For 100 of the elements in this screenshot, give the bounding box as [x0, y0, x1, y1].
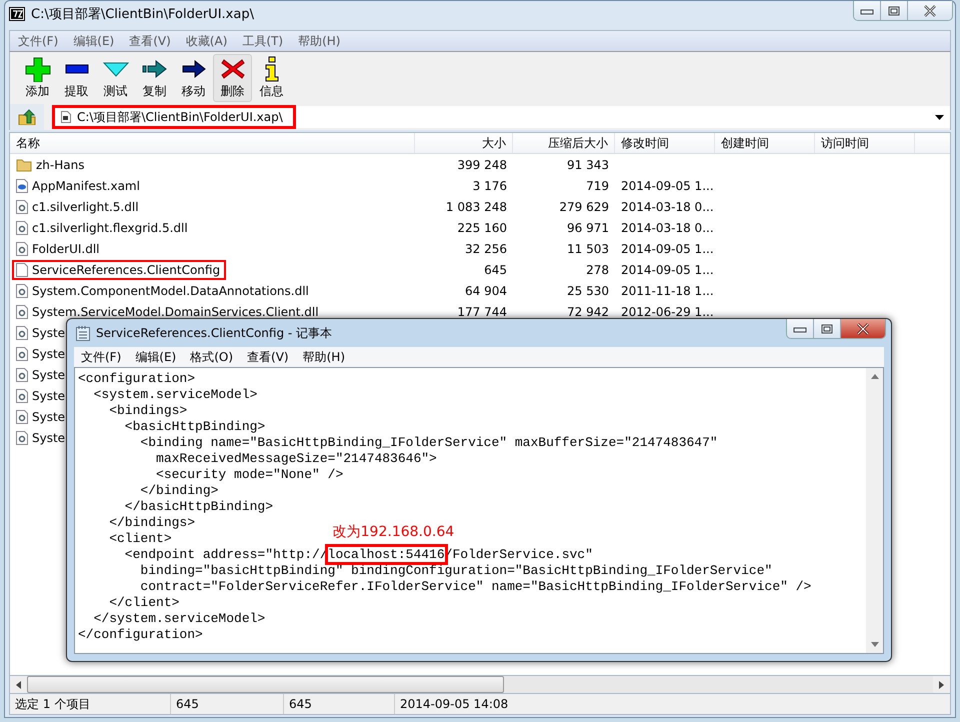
column-header[interactable]: 修改时间 — [615, 133, 715, 153]
file-name-cell[interactable]: Syste — [12, 322, 72, 342]
file-name-cell[interactable]: Syste — [12, 344, 72, 364]
code-line: <bindings> — [108, 403, 188, 418]
date-cell-text: 2012-06-29 1... — [620, 304, 715, 318]
file-name-cell[interactable]: Syste — [12, 386, 72, 406]
close-button[interactable] — [841, 319, 885, 338]
right-arrow-icon — [939, 680, 944, 688]
code-line: contract="FolderServiceRefer.IFolderService" name="BasicHttpBinding_IFolderService" /> — [139, 579, 812, 594]
column-header[interactable]: 名称 — [10, 133, 415, 153]
column-header[interactable]: 大小 — [415, 133, 513, 153]
column-header[interactable]: 访问时间 — [815, 133, 915, 153]
menu-item[interactable]: 文件(F) — [10, 32, 66, 50]
close-icon — [923, 4, 937, 16]
menu-item[interactable]: 编辑(E) — [128, 348, 184, 366]
file-icon — [16, 262, 28, 276]
size-cell-text: 96 971 — [566, 220, 610, 234]
annotation-text: 改为192.168.0.64 — [332, 524, 454, 540]
document-icon — [16, 178, 28, 192]
toolbar-button[interactable]: 删除 — [213, 54, 252, 102]
close-icon — [856, 322, 870, 334]
code-line: </client> — [108, 595, 180, 610]
close-button[interactable] — [908, 1, 952, 20]
folder-icon — [16, 158, 32, 172]
status-text: 645 — [171, 694, 284, 714]
minimize-button[interactable] — [787, 319, 814, 338]
size-cell-text: 399 248 — [456, 158, 508, 172]
date-cell-text: 2014-09-05 1... — [620, 178, 715, 192]
toolbar-button[interactable]: 测试 — [96, 54, 135, 102]
window-title: C:\项目部署\ClientBin\FolderUI.xap\ — [31, 6, 255, 23]
size-cell-text: 279 629 — [558, 200, 610, 214]
column-header[interactable]: 创建时间 — [715, 133, 815, 153]
size-cell-text: 225 160 — [456, 220, 508, 234]
code-text: /FolderService.svc" — [444, 547, 593, 562]
file-name-cell[interactable]: System.ComponentModel.DataAnnotations.dll — [12, 280, 315, 300]
code-text: <endpoint address="http:// — [124, 547, 328, 562]
size-cell-text: 32 256 — [464, 242, 508, 256]
menu-item[interactable]: 工具(T) — [234, 32, 290, 50]
size-cell-text: 719 — [585, 178, 610, 192]
size-cell-text: 3 176 — [472, 178, 508, 192]
code-line: </binding> — [139, 483, 218, 498]
notepad-icon — [76, 325, 90, 341]
code-line: maxReceivedMessageSize="2147483646"> — [155, 451, 437, 466]
file-name-cell[interactable]: ServiceReferences.ClientConfig — [12, 260, 226, 280]
toolbar-button[interactable]: 添加 — [18, 54, 57, 102]
code-line: <configuration> — [78, 371, 196, 386]
file-name-cell[interactable]: zh-Hans — [12, 154, 90, 174]
minimize-button[interactable] — [854, 1, 881, 20]
size-cell-text: 25 530 — [566, 284, 610, 298]
column-header[interactable]: 压缩后大小 — [513, 133, 615, 153]
code-line: </configuration> — [78, 627, 203, 642]
menu-item[interactable]: 收藏(A) — [178, 32, 234, 50]
menu-item[interactable]: 帮助(H) — [290, 32, 348, 50]
menu-item[interactable]: 查看(V) — [121, 32, 178, 50]
menu-item[interactable]: 格式(O) — [183, 348, 240, 366]
file-name-cell[interactable]: FolderUI.dll — [12, 238, 106, 258]
scroll-up-icon[interactable] — [870, 374, 878, 379]
menu-item[interactable]: 查看(V) — [240, 348, 296, 366]
menu-item[interactable]: 编辑(E) — [65, 32, 122, 50]
scroll-left-button[interactable] — [10, 676, 27, 693]
file-name-cell[interactable]: AppManifest.xaml — [12, 176, 146, 196]
file-name-cell[interactable]: Syste — [12, 406, 72, 426]
menu-item[interactable]: 帮助(H) — [296, 348, 352, 366]
size-cell-text: 177 744 — [456, 304, 508, 318]
code-line: </bindings> — [108, 515, 196, 530]
menu-item[interactable]: 文件(F) — [74, 348, 128, 366]
code-line: binding="basicHttpBinding" bindingConfiguration="BasicHttpBinding_IFolderService" — [139, 563, 772, 578]
toolbar-button[interactable]: 移动 — [174, 54, 213, 102]
maximize-icon — [821, 324, 833, 334]
toolbar-button[interactable]: 提取 — [57, 54, 96, 102]
code-line: <client> — [108, 531, 172, 546]
date-cell-text: 2014-03-18 0... — [620, 200, 715, 214]
toolbar-button[interactable]: 信息 — [252, 54, 291, 102]
status-text: 645 — [284, 694, 395, 714]
scrollbar-thumb[interactable] — [27, 676, 504, 693]
date-cell-text: 2014-09-05 1... — [620, 242, 715, 256]
file-name-cell[interactable]: c1.silverlight.5.dll — [12, 196, 145, 216]
address-field[interactable]: C:\项目部署\ClientBin\FolderUI.xap\ — [52, 105, 296, 129]
size-cell-text: 72 942 — [566, 304, 610, 318]
highlighted-host: localhost:54416 — [328, 547, 445, 562]
maximize-button[interactable] — [814, 319, 841, 338]
window-title: ServiceReferences.ClientConfig - 记事本 — [96, 324, 334, 342]
up-folder-button[interactable] — [10, 104, 44, 130]
date-cell-text: 2014-03-18 0... — [620, 220, 715, 234]
dropdown-icon[interactable] — [935, 114, 944, 120]
address-value: C:\项目部署\ClientBin\FolderUI.xap\ — [77, 108, 283, 126]
archive-icon — [61, 111, 71, 123]
size-cell-text: 64 904 — [464, 284, 508, 298]
status-text: 选定 1 个项目 — [10, 694, 171, 714]
file-name-cell[interactable]: Syste — [12, 428, 72, 448]
code-line: </basicHttpBinding> — [124, 499, 274, 514]
file-name-cell[interactable]: System.ServiceModel.DomainServices.Client.dll — [12, 302, 325, 322]
file-name-cell[interactable]: c1.silverlight.flexgrid.5.dll — [12, 218, 194, 238]
horizontal-scrollbar[interactable] — [9, 675, 951, 694]
maximize-button[interactable] — [881, 1, 908, 20]
app-icon — [9, 7, 25, 21]
file-name-cell[interactable]: Syste — [12, 364, 72, 384]
toolbar-button[interactable]: 复制 — [135, 54, 174, 102]
scroll-down-icon[interactable] — [870, 642, 878, 647]
scroll-right-button[interactable] — [933, 676, 950, 693]
